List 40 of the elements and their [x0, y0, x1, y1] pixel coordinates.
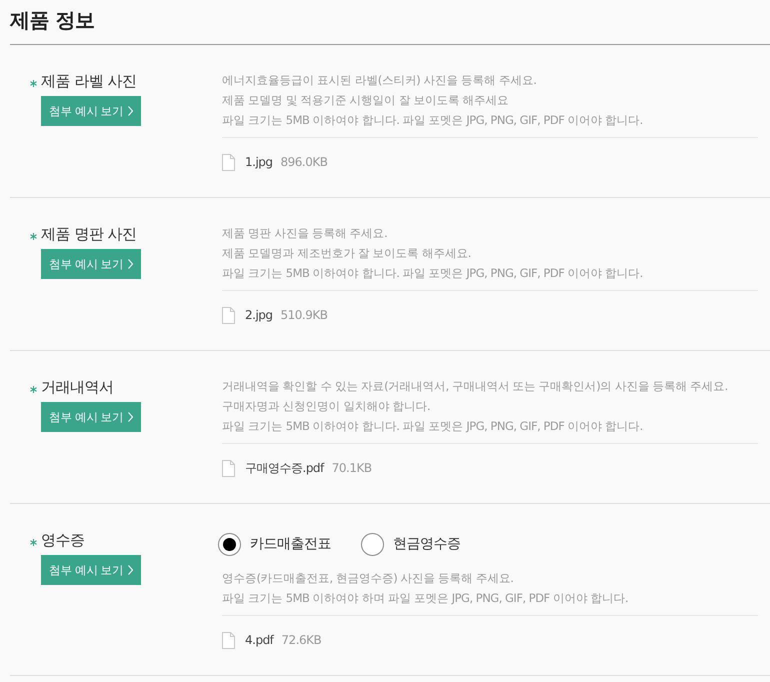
file-size: 510.9KB	[280, 308, 328, 322]
hint-text: 파일 크기는 5MB 이하여야 하며 파일 포멧은 JPG, PNG, GIF, PDF 이어야 합니다.	[222, 590, 630, 607]
radio-label[interactable]: 카드매출전표	[250, 535, 331, 553]
file-size: 70.1KB	[332, 461, 372, 475]
document-icon	[222, 460, 235, 476]
hint-text: 파일 크기는 5MB 이하여야 합니다. 파일 포멧은 JPG, PNG, GIF, PDF 이어야 합니다.	[222, 265, 644, 282]
field-label: 영수증	[41, 530, 84, 550]
file-size: 72.6KB	[281, 633, 322, 647]
file-name: 구매영수증.pdf	[245, 460, 324, 476]
hint-text: 제품 명판 사진을 등록해 주세요.	[222, 225, 388, 242]
view-example-button[interactable]: 첨부 예시 보기	[41, 555, 141, 585]
hint-text: 파일 크기는 5MB 이하여야 합니다. 파일 포멧은 JPG, PNG, GIF, PDF 이어야 합니다.	[222, 418, 644, 435]
document-icon	[222, 306, 235, 324]
chevron-right-icon	[128, 259, 133, 269]
chevron-right-icon	[128, 106, 133, 116]
view-example-button[interactable]: 첨부 예시 보기	[41, 402, 141, 432]
radio-button[interactable]	[361, 532, 384, 556]
field-label: 제품 명판 사진	[41, 224, 137, 244]
view-example-button[interactable]: 첨부 예시 보기	[41, 249, 141, 279]
file-name: 2.jpg	[245, 308, 273, 322]
document-icon	[222, 632, 235, 648]
hint-text: 영수증(카드매출전표, 현금영수증) 사진을 등록해 주세요.	[222, 570, 514, 587]
hint-text: 제품 모델명과 제조번호가 잘 보이도록 해주세요.	[222, 245, 472, 262]
file-size: 896.0KB	[280, 155, 328, 169]
hint-text: 에너지효율등급이 표시된 라벨(스티커) 사진을 등록해 주세요.	[222, 72, 538, 89]
hint-text: 구매자명과 신청인명이 일치해야 합니다.	[222, 398, 432, 415]
radio-label[interactable]: 현금영수증	[393, 535, 460, 553]
chevron-right-icon	[128, 412, 133, 422]
hint-text: 제품 모델명 및 적용기준 시행일이 잘 보이도록 해주세요	[222, 92, 510, 109]
chevron-right-icon	[128, 565, 133, 575]
hint-text: 파일 크기는 5MB 이하여야 합니다. 파일 포멧은 JPG, PNG, GIF, PDF 이어야 합니다.	[222, 112, 644, 129]
file-name: 4.pdf	[245, 633, 274, 647]
field-label: 거래내역서	[41, 378, 114, 396]
file-name: 1.jpg	[245, 155, 273, 169]
hint-text: 거래내역을 확인할 수 있는 자료(거래내역서, 구매내역서 또는 구매확인서)의 사진을 등록해 주세요.	[222, 378, 729, 395]
document-icon	[222, 154, 235, 170]
field-label: 제품 라벨 사진	[41, 72, 137, 90]
radio-button[interactable]	[218, 532, 241, 556]
section-title: 제품 정보	[10, 6, 94, 34]
view-example-button[interactable]: 첨부 예시 보기	[41, 96, 141, 126]
